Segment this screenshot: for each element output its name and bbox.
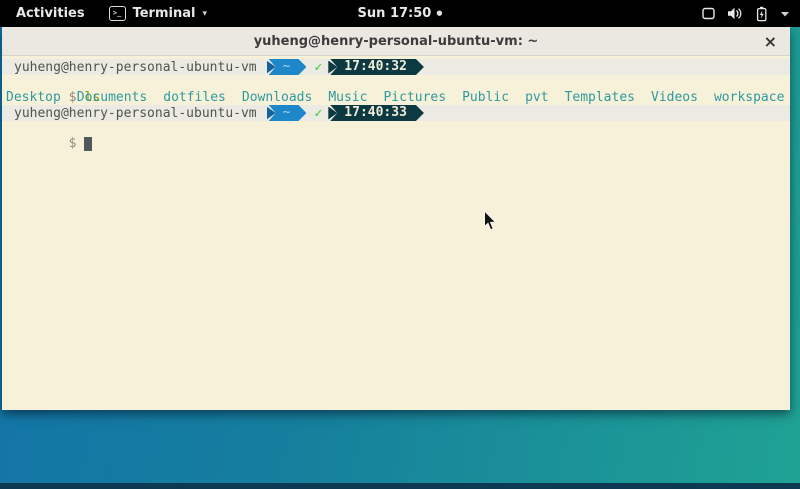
terminal-window: yuheng@henry-personal-ubuntu-vm: ~ × yuh… (2, 27, 790, 410)
status-check-icon: ✓ (314, 106, 322, 121)
directory-entry: Public (462, 90, 509, 105)
directory-entry: workspace (714, 90, 784, 105)
top-bar: Activities >_ Terminal ▾ Sun 17:50 ● (0, 0, 800, 27)
directory-entry: pvt (525, 90, 548, 105)
desktop: Activities >_ Terminal ▾ Sun 17:50 ● (0, 0, 800, 489)
directory-entry: Pictures (383, 90, 446, 105)
directory-entry: Documents (77, 90, 147, 105)
chevron-down-icon (780, 10, 790, 18)
terminal-content[interactable]: yuheng@henry-personal-ubuntu-vm ~ ✓ 17:4… (2, 56, 790, 410)
directory-entry: dotfiles (163, 90, 226, 105)
window-title: yuheng@henry-personal-ubuntu-vm: ~ (254, 34, 539, 49)
directory-entry: Templates (565, 90, 635, 105)
app-menu-label: Terminal (133, 6, 196, 21)
activities-button[interactable]: Activities (12, 6, 89, 21)
input-line[interactable]: $ (2, 121, 790, 136)
shell-prompt-char: $ (69, 90, 77, 105)
prompt-time-segment: 17:40:32 (330, 59, 424, 75)
battery-charging-icon (754, 6, 769, 22)
close-button[interactable]: × (764, 27, 777, 55)
directory-entry: Videos (651, 90, 698, 105)
chevron-down-icon: ▾ (202, 9, 207, 19)
clock-label: Sun 17:50 (358, 6, 432, 21)
directory-entry: Downloads (242, 90, 312, 105)
volume-icon (727, 6, 743, 21)
shell-prompt-char: $ (69, 136, 77, 151)
command-line: $ls (2, 75, 790, 90)
directory-entry: Music (328, 90, 367, 105)
terminal-cursor (84, 137, 92, 151)
app-menu-terminal[interactable]: >_ Terminal ▾ (109, 6, 207, 21)
prompt-user-host: yuheng@henry-personal-ubuntu-vm (14, 60, 257, 75)
title-bar[interactable]: yuheng@henry-personal-ubuntu-vm: ~ × (2, 27, 790, 56)
powerline-segments: ~ ✓ 17:40:32 (267, 59, 424, 75)
prompt-line: yuheng@henry-personal-ubuntu-vm ~ ✓ 17:4… (2, 59, 790, 75)
powerline-segments: ~ ✓ 17:40:33 (267, 105, 424, 121)
prompt-user-host: yuheng@henry-personal-ubuntu-vm (14, 106, 257, 121)
screen-icon (701, 6, 716, 21)
notification-dot: ● (436, 10, 442, 17)
ls-output-line: Desktop Documents dotfiles Downloads Mus… (2, 90, 790, 105)
clock-button[interactable]: Sun 17:50 ● (358, 6, 443, 21)
terminal-icon: >_ (109, 6, 126, 21)
prompt-line: yuheng@henry-personal-ubuntu-vm ~ ✓ 17:4… (2, 105, 790, 121)
prompt-time-segment: 17:40:33 (330, 105, 424, 121)
status-check-icon: ✓ (314, 60, 322, 75)
system-status-area[interactable] (701, 0, 790, 27)
directory-entry: Desktop (6, 90, 61, 105)
